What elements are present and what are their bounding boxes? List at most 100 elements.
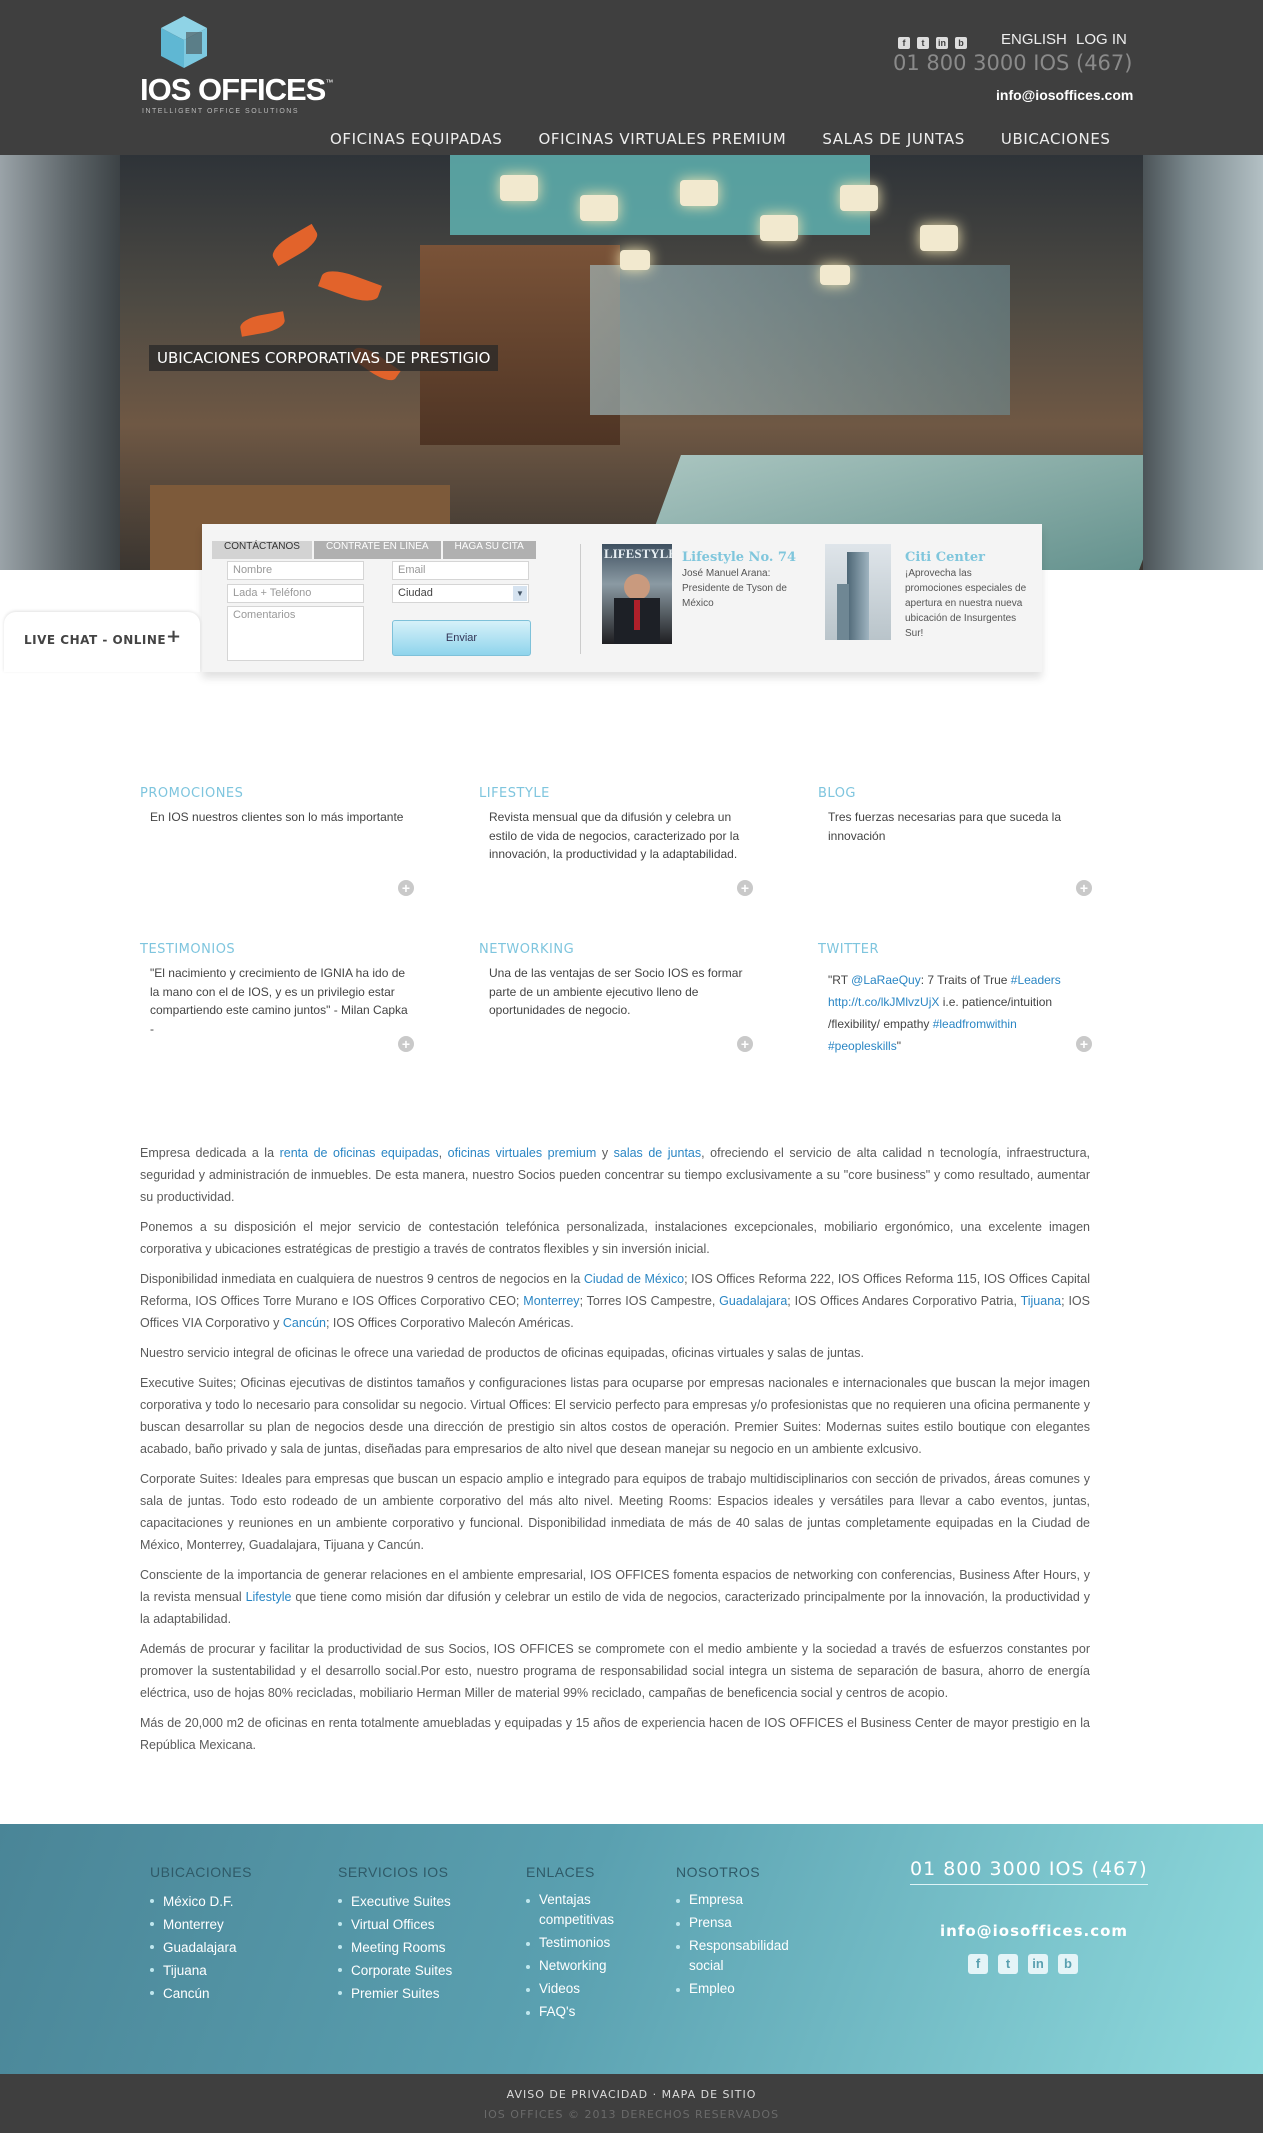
city-select[interactable]: Ciudad ▼ xyxy=(392,584,529,603)
footer-link[interactable]: FAQ's xyxy=(526,2002,636,2022)
nav-item-salas-de-juntas[interactable]: SALAS DE JUNTAS xyxy=(822,130,965,148)
main-navigation: OFICINAS EQUIPADAS OFICINAS VIRTUALES PRE… xyxy=(330,130,1111,149)
promo-text: ¡Aprovecha las promociones especiales de… xyxy=(905,568,1027,639)
header-social-links: f t in b xyxy=(898,33,974,49)
blog-icon[interactable]: b xyxy=(1058,1954,1078,1974)
plus-circle-icon[interactable]: + xyxy=(398,1036,414,1052)
footer-link[interactable]: Testimonios xyxy=(526,1933,636,1953)
footer-email-link[interactable]: info@iosoffices.com xyxy=(940,1922,1128,1940)
footer-column-ubicaciones: UBICACIONES México D.F. Monterrey Guadal… xyxy=(150,1864,252,2005)
live-chat-label: LIVE CHAT - ONLINE xyxy=(24,633,167,647)
login-link[interactable]: LOG IN xyxy=(1076,31,1127,48)
footer-link[interactable]: Responsabilidad social xyxy=(676,1936,806,1976)
blog-icon[interactable]: b xyxy=(955,37,967,49)
nav-item-oficinas-virtuales[interactable]: OFICINAS VIRTUALES PREMIUM xyxy=(538,130,786,148)
facebook-icon[interactable]: f xyxy=(968,1954,988,1974)
link-monterrey[interactable]: Monterrey xyxy=(523,1294,579,1308)
tweet-hashtag-link[interactable]: #Leaders xyxy=(1011,973,1061,987)
link-renta-oficinas[interactable]: renta de oficinas equipadas xyxy=(280,1146,439,1160)
feature-title[interactable]: NETWORKING xyxy=(479,942,754,957)
header-phone: 01 800 3000 IOS (467) xyxy=(893,51,1133,75)
feature-testimonios: TESTIMONIOS "El nacimiento y crecimiento… xyxy=(140,942,415,1052)
citi-center-photo xyxy=(825,544,891,640)
header-email-link[interactable]: info@iosoffices.com xyxy=(996,87,1133,103)
language-link[interactable]: ENGLISH xyxy=(1001,31,1067,48)
footer-link[interactable]: Videos xyxy=(526,1979,636,1999)
footer-link[interactable]: Tijuana xyxy=(150,1959,252,1982)
nav-item-ubicaciones[interactable]: UBICACIONES xyxy=(1001,130,1111,148)
footer-social-links: f t in b xyxy=(968,1954,1088,1974)
link-salas-de-juntas[interactable]: salas de juntas xyxy=(614,1146,702,1160)
feature-text: "El nacimiento y crecimiento de IGNIA ha… xyxy=(150,966,408,1036)
footer-link[interactable]: Guadalajara xyxy=(150,1936,252,1959)
promo-title[interactable]: Lifestyle No. 74 xyxy=(682,550,796,565)
hero-right-photo xyxy=(1143,155,1263,570)
bottom-bar: AVISO DE PRIVACIDAD · MAPA DE SITIO IOS … xyxy=(0,2074,1263,2133)
feature-promociones: PROMOCIONES En IOS nuestros clientes son… xyxy=(140,786,415,896)
tweet-hashtag-link[interactable]: #peopleskills xyxy=(828,1039,897,1053)
footer-link[interactable]: Virtual Offices xyxy=(338,1913,452,1936)
footer-link[interactable]: Monterrey xyxy=(150,1913,252,1936)
footer-link[interactable]: Empleo xyxy=(676,1979,806,1999)
feature-title[interactable]: PROMOCIONES xyxy=(140,786,415,801)
footer-link[interactable]: Ventajas competitivas xyxy=(526,1890,636,1930)
footer-link[interactable]: Executive Suites xyxy=(338,1890,452,1913)
link-lifestyle[interactable]: Lifestyle xyxy=(246,1590,292,1604)
tweet-url-link[interactable]: http://t.co/lkJMlvzUjX xyxy=(828,995,939,1009)
link-guadalajara[interactable]: Guadalajara xyxy=(719,1294,787,1308)
twitter-icon[interactable]: t xyxy=(998,1954,1018,1974)
feature-title[interactable]: TWITTER xyxy=(818,942,1093,957)
about-paragraph: Empresa dedicada a la renta de oficinas … xyxy=(140,1146,1091,1204)
feature-text: En IOS nuestros clientes son lo más impo… xyxy=(150,810,404,824)
footer-link[interactable]: Empresa xyxy=(676,1890,806,1910)
brand-name: IOS OFFICES™ xyxy=(140,72,333,107)
tab-contactanos[interactable]: CONTÁCTANOS xyxy=(212,541,312,559)
about-paragraph: Más de 20,000 m2 de oficinas en renta to… xyxy=(140,1716,1090,1752)
footer-link[interactable]: Prensa xyxy=(676,1913,806,1933)
nombre-field[interactable]: Nombre xyxy=(227,561,364,580)
feature-title[interactable]: TESTIMONIOS xyxy=(140,942,415,957)
tab-contrate-en-linea[interactable]: CONTRATE EN LÍNEA xyxy=(313,541,441,559)
tweet-mention-link[interactable]: @LaRaeQuy xyxy=(851,973,921,987)
nav-item-oficinas-equipadas[interactable]: OFICINAS EQUIPADAS xyxy=(330,130,502,148)
feature-title[interactable]: LIFESTYLE xyxy=(479,786,754,801)
linkedin-icon[interactable]: in xyxy=(1028,1954,1048,1974)
plus-circle-icon[interactable]: + xyxy=(1076,880,1092,896)
comments-field[interactable]: Comentarios xyxy=(227,606,364,661)
plus-circle-icon[interactable]: + xyxy=(737,880,753,896)
phone-field[interactable]: Lada + Teléfono xyxy=(227,584,364,603)
link-cancun[interactable]: Cancún xyxy=(283,1316,326,1330)
link-oficinas-virtuales[interactable]: oficinas virtuales premium xyxy=(448,1146,597,1160)
footer-link[interactable]: Networking xyxy=(526,1956,636,1976)
link-ciudad-de-mexico[interactable]: Ciudad de México xyxy=(584,1272,684,1286)
plus-circle-icon[interactable]: + xyxy=(1076,1036,1092,1052)
plus-circle-icon[interactable]: + xyxy=(737,1036,753,1052)
feature-title[interactable]: BLOG xyxy=(818,786,1093,801)
about-section: Empresa dedicada a la renta de oficinas … xyxy=(140,1142,1090,1764)
hero-left-photo xyxy=(0,155,120,570)
facebook-icon[interactable]: f xyxy=(898,37,910,49)
plus-icon[interactable]: + xyxy=(166,626,181,647)
twitter-icon[interactable]: t xyxy=(917,37,929,49)
footer-link[interactable]: Premier Suites xyxy=(338,1982,452,2005)
divider xyxy=(580,544,581,654)
legal-links[interactable]: AVISO DE PRIVACIDAD · MAPA DE SITIO xyxy=(0,2088,1263,2101)
logo[interactable]: IOS OFFICES™ INTELLIGENT OFFICE SOLUTION… xyxy=(140,14,333,115)
link-tijuana[interactable]: Tijuana xyxy=(1021,1294,1062,1308)
send-button[interactable]: Enviar xyxy=(392,620,531,656)
tweet-hashtag-link[interactable]: #leadfromwithin xyxy=(933,1017,1017,1031)
footer-link[interactable]: México D.F. xyxy=(150,1890,252,1913)
footer-link[interactable]: Meeting Rooms xyxy=(338,1936,452,1959)
promo-title[interactable]: Citi Center xyxy=(905,550,985,565)
plus-circle-icon[interactable]: + xyxy=(398,880,414,896)
footer-column-title: SERVICIOS IOS xyxy=(338,1864,449,1880)
linkedin-icon[interactable]: in xyxy=(936,37,948,49)
footer-link[interactable]: Cancún xyxy=(150,1982,252,2005)
site-footer: UBICACIONES México D.F. Monterrey Guadal… xyxy=(0,1824,1263,2074)
chevron-down-icon: ▼ xyxy=(513,586,527,601)
footer-link[interactable]: Corporate Suites xyxy=(338,1959,452,1982)
live-chat-tab[interactable]: LIVE CHAT - ONLINE + xyxy=(4,612,200,672)
contact-box: CONTÁCTANOS CONTRATE EN LÍNEA HAGA SU CITA… xyxy=(202,524,1042,672)
tab-haga-su-cita[interactable]: HAGA SU CITA xyxy=(442,541,536,559)
email-field[interactable]: Email xyxy=(392,561,529,580)
